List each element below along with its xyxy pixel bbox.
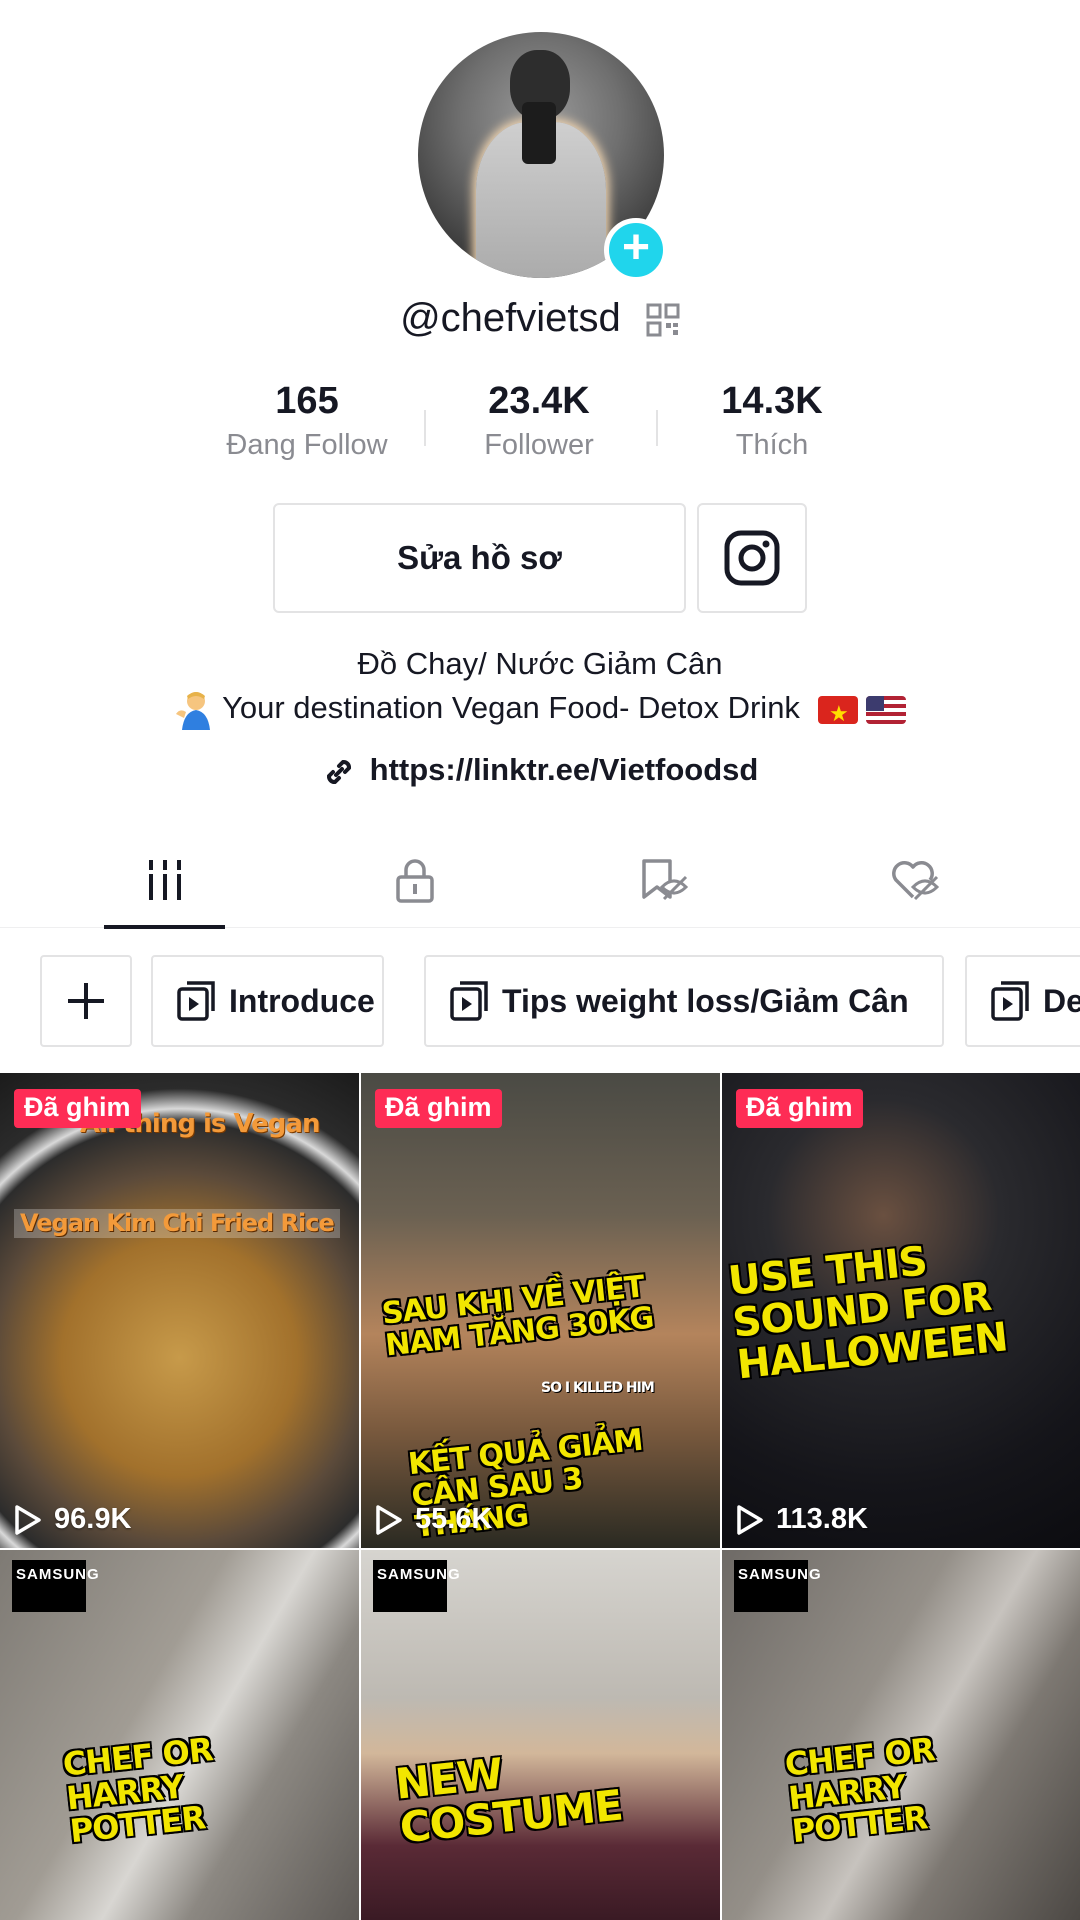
tab-reposts[interactable] [540,832,790,928]
video-caption: Vegan Kim Chi Fried Rice [14,1209,340,1239]
following-stat[interactable]: 165 Đang Follow [197,380,417,462]
video-thumbnail[interactable]: All thing is Vegan Vegan Kim Chi Fried R… [0,1073,359,1548]
playlist-label: Introduce [229,982,375,1019]
add-playlist-button[interactable] [40,955,132,1047]
samsung-logo: SAMSUNG [373,1560,460,1612]
play-icon [15,1504,41,1535]
followers-stat[interactable]: 23.4K Follower [429,380,649,462]
plus-icon [68,983,104,1019]
video-thumbnail[interactable]: SAMSUNG NEW COSTUME [361,1550,720,1920]
followers-count: 23.4K [488,380,590,422]
edit-profile-button[interactable]: Sửa hồ sơ [273,503,686,613]
bio-link[interactable]: https://linktr.ee/Vietfoodsd [0,752,1080,789]
profile-stats: 165 Đang Follow 23.4K Follower 14.3K Thí… [0,380,1080,470]
video-grid: All thing is Vegan Vegan Kim Chi Fried R… [0,1073,1080,1920]
view-count: 113.8K [736,1503,868,1536]
playlist-label: De [1043,982,1080,1019]
stat-divider [656,410,658,446]
vietnam-flag-icon [817,695,858,724]
hidden-heart-icon [892,861,940,901]
playlist-icon [991,981,1029,1021]
bio-text: Your destination Vegan Food- Detox Drink [222,690,800,725]
video-thumbnail[interactable]: SAMSUNG CHEF OR HARRY POTTER [0,1550,359,1920]
bio-line-2: Your destination Vegan Food- Detox Drink [0,686,1080,730]
bio-link-text: https://linktr.ee/Vietfoodsd [369,752,759,787]
qr-code-icon[interactable] [646,303,680,337]
grid-icon [149,860,181,900]
likes-label: Thích [735,429,809,461]
playlist-label: Tips weight loss/Giảm Cân [502,982,909,1019]
pinned-badge: Đã ghim [375,1089,502,1128]
pinned-badge: Đã ghim [736,1089,863,1128]
playlist-bar: Introduce Tips weight loss/Giảm Cân De [0,955,1080,1047]
view-count: 55.6K [375,1503,492,1536]
video-caption: NEW COSTUME [392,1748,625,1853]
bio-line-1: Đồ Chay/ Nước Giảm Cân [357,646,723,681]
video-thumbnail[interactable]: SAU KHI VỀ VIỆT NAM TĂNG 30KG SO I KILLE… [361,1073,720,1548]
username-row: @chefvietsd [0,296,1080,341]
profile-tabs [0,832,1080,929]
usa-flag-icon [865,695,906,724]
following-label: Đang Follow [226,429,388,461]
profile-bio: Đồ Chay/ Nước Giảm Cân Your destination … [0,642,1080,730]
followers-label: Follower [484,429,594,461]
tab-liked[interactable] [790,832,1040,928]
video-thumbnail[interactable]: SAMSUNG CHEF OR HARRY POTTER [722,1550,1080,1920]
video-caption: SAU KHI VỀ VIỆT NAM TĂNG 30KG [380,1269,655,1363]
add-avatar-icon[interactable]: + [604,218,668,282]
playlist-introduce[interactable]: Introduce [151,955,384,1047]
playlist-icon [450,981,488,1021]
lock-icon [396,859,434,903]
samsung-logo: SAMSUNG [734,1560,821,1612]
hidden-bookmark-icon [642,859,689,901]
video-caption: USE THIS SOUND FOR HALLOWEEN [726,1238,1010,1389]
video-caption: SO I KILLED HIM [541,1380,655,1396]
samsung-logo: SAMSUNG [12,1560,99,1612]
active-tab-indicator [104,925,225,929]
profile-avatar-container[interactable]: + [418,32,668,282]
video-caption: CHEF OR HARRY POTTER [61,1730,215,1851]
instagram-button[interactable] [697,503,807,613]
playlist-icon [177,981,215,1021]
instagram-icon [724,530,780,586]
username: @chefvietsd [400,296,621,340]
tab-private[interactable] [290,832,540,928]
playlist-weight-loss[interactable]: Tips weight loss/Giảm Cân [424,955,944,1047]
play-icon [376,1504,402,1535]
stat-divider [424,410,426,446]
view-count: 96.9K [14,1503,131,1536]
likes-count: 14.3K [721,380,823,422]
tab-videos[interactable] [40,832,290,928]
following-count: 165 [275,380,339,422]
playlist-partial[interactable]: De [965,955,1080,1047]
likes-stat[interactable]: 14.3K Thích [662,380,882,462]
man-tipping-hand-icon [176,691,211,730]
video-caption: CHEF OR HARRY POTTER [783,1730,937,1851]
pinned-badge: Đã ghim [14,1089,141,1128]
link-icon [326,759,351,784]
play-icon [737,1504,763,1535]
video-thumbnail[interactable]: USE THIS SOUND FOR HALLOWEEN Đã ghim 113… [722,1073,1080,1548]
